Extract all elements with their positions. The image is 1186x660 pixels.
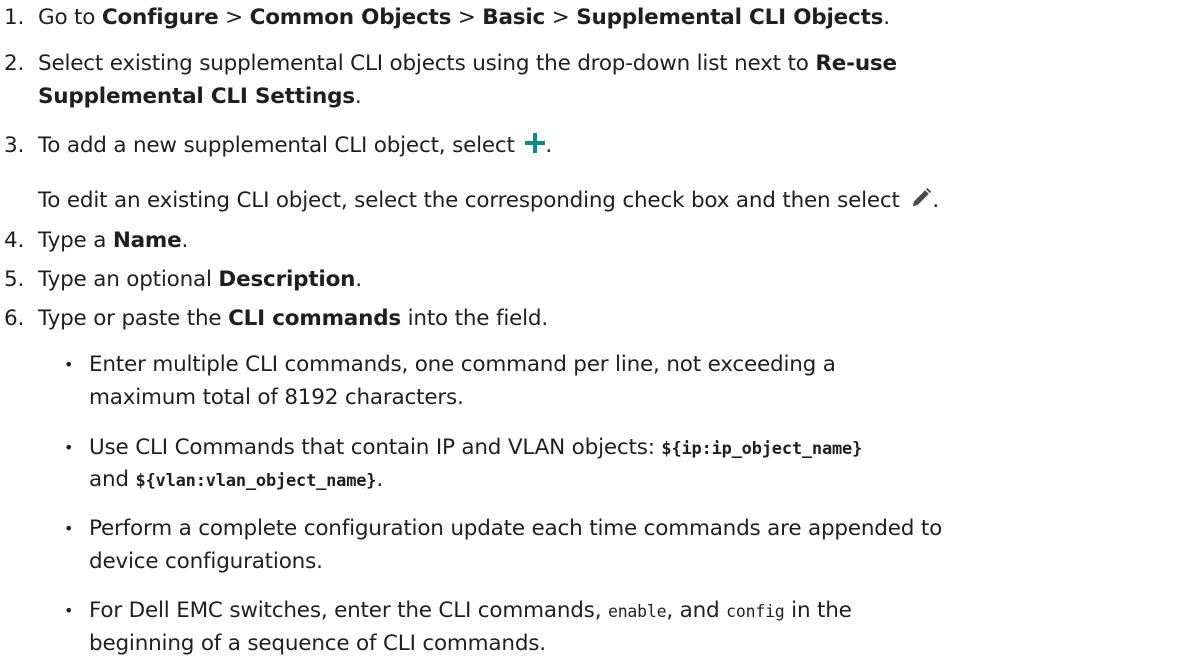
step-number: 6.: [4, 306, 25, 331]
bullet-icon: •: [64, 438, 74, 457]
bullet-icon: •: [64, 355, 74, 374]
step-number: 3.: [4, 133, 25, 158]
bullet-icon: •: [64, 601, 74, 620]
step-number: 1.: [4, 5, 25, 30]
plus-icon: [525, 133, 546, 153]
step-number: 5.: [4, 267, 25, 292]
step-number: 2.: [4, 51, 25, 76]
step-number: 4.: [4, 228, 25, 253]
bullet-icon: •: [64, 519, 74, 538]
pencil-icon: [913, 187, 932, 207]
procedure-document: 1. Go to Configure > Common Objects > Ba…: [4, 5, 943, 656]
